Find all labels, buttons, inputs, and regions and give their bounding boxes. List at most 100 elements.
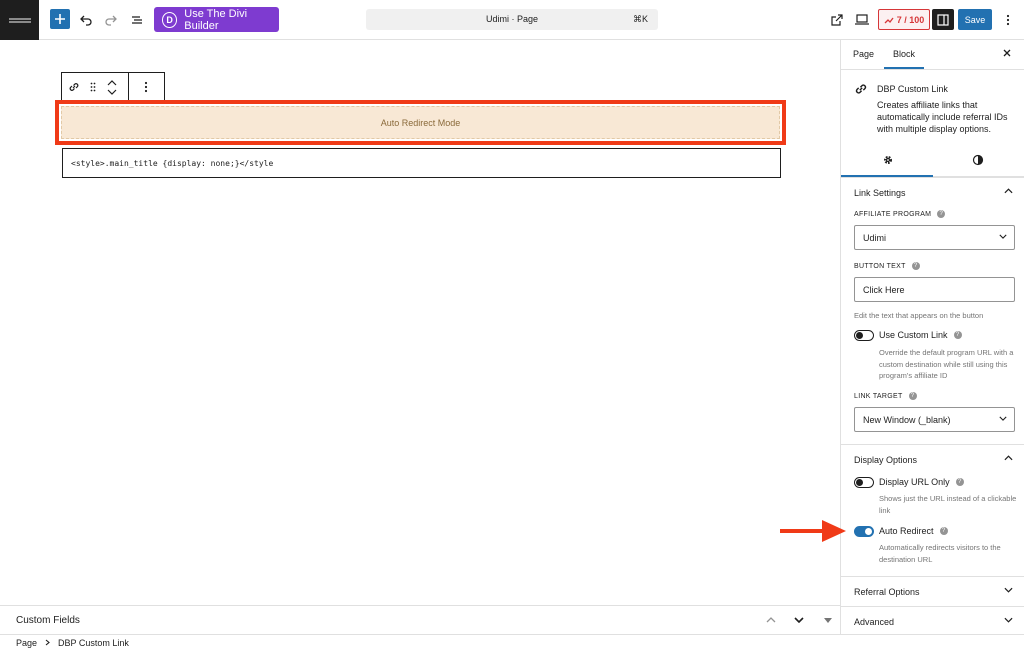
block-name: DBP Custom Link — [877, 84, 948, 94]
affiliate-program-label-text: AFFILIATE PROGRAM — [854, 210, 932, 218]
divi-builder-button[interactable]: D Use The Divi Builder — [154, 7, 279, 32]
custom-fields-panel: Custom Fields — [0, 605, 840, 634]
close-icon — [1003, 49, 1011, 57]
auto-redirect-block[interactable]: Auto Redirect Mode — [61, 106, 780, 139]
command-palette-bar[interactable]: Udimi · Page ⌘K — [366, 9, 658, 30]
link-target-select[interactable]: New Window (_blank) — [854, 407, 1015, 432]
move-up-button[interactable] — [764, 613, 778, 627]
use-custom-link-help: Override the default program URL with a … — [879, 348, 1014, 380]
redo-icon — [105, 15, 117, 26]
block-type-button[interactable] — [62, 73, 86, 101]
shortcut-hint: ⌘K — [632, 14, 648, 24]
chevron-down-icon — [1004, 587, 1013, 593]
help-icon[interactable]: ? — [955, 478, 964, 486]
breadcrumb-current[interactable]: DBP Custom Link — [58, 638, 129, 648]
external-link-icon — [831, 14, 843, 26]
link-icon — [69, 83, 79, 91]
drag-handle-icon — [90, 82, 96, 92]
chevron-up-icon — [1004, 455, 1013, 461]
chevron-up-icon — [107, 79, 117, 85]
block-description: Creates affiliate links that automatical… — [877, 100, 1008, 134]
advanced-header[interactable]: Advanced — [841, 606, 1024, 634]
tab-settings[interactable] — [843, 151, 933, 169]
display-options-header[interactable]: Display Options — [841, 444, 1024, 472]
top-toolbar: D Use The Divi Builder Udimi · Page ⌘K 7… — [0, 0, 1024, 40]
more-vertical-icon — [1006, 14, 1010, 26]
move-down-button[interactable] — [792, 613, 806, 627]
settings-sidebar: Page Block DBP Custom Link Creates affil… — [840, 40, 1024, 634]
help-icon[interactable]: ? — [908, 392, 917, 400]
link-icon — [854, 82, 868, 96]
display-url-only-label-text: Display URL Only — [879, 477, 950, 487]
document-title: Udimi · Page — [485, 14, 539, 24]
affiliate-program-value: Udimi — [863, 233, 887, 243]
tab-page[interactable]: Page — [853, 49, 874, 59]
divi-logo-icon: D — [162, 11, 178, 28]
seo-score-badge[interactable]: 7 / 100 — [878, 9, 930, 30]
redo-button[interactable] — [101, 10, 121, 30]
toggle-knob — [865, 528, 872, 535]
auto-redirect-label: Auto Redirect ? — [879, 526, 948, 536]
referral-options-title: Referral Options — [854, 587, 920, 597]
tab-styles[interactable] — [933, 151, 1023, 169]
referral-options-header[interactable]: Referral Options — [841, 576, 1024, 604]
help-icon[interactable]: ? — [911, 262, 920, 270]
help-icon[interactable]: ? — [953, 331, 962, 339]
use-custom-link-label-text: Use Custom Link — [879, 330, 948, 340]
display-url-only-toggle[interactable] — [854, 477, 874, 488]
link-settings-header[interactable]: Link Settings — [841, 177, 1024, 205]
auto-redirect-label-text: Auto Redirect — [879, 526, 934, 536]
use-custom-link-toggle[interactable] — [854, 330, 874, 341]
display-url-only-label: Display URL Only ? — [879, 477, 964, 487]
caret-down-icon — [824, 617, 832, 623]
close-sidebar-button[interactable] — [1002, 48, 1014, 60]
divi-builder-label: Use The Divi Builder — [184, 7, 248, 32]
auto-redirect-help: Automatically redirects visitors to the … — [879, 543, 1001, 564]
help-icon[interactable]: ? — [939, 527, 948, 535]
chart-icon — [884, 17, 894, 23]
custom-fields-label: Custom Fields — [16, 615, 80, 626]
annotation-arrow-icon — [780, 520, 846, 542]
sidebar-icon — [937, 13, 949, 26]
link-target-value: New Window (_blank) — [863, 415, 951, 425]
chevron-down-icon — [999, 416, 1007, 421]
block-options-button[interactable] — [129, 73, 163, 101]
auto-redirect-toggle[interactable] — [854, 526, 874, 537]
desktop-icon — [855, 14, 869, 25]
help-icon[interactable]: ? — [937, 210, 946, 218]
drag-handle[interactable] — [86, 73, 100, 101]
link-target-label-text: LINK TARGET — [854, 392, 903, 400]
block-settings-tabs — [841, 143, 1024, 177]
undo-button[interactable] — [76, 10, 96, 30]
display-url-only-help: Shows just the URL instead of a clickabl… — [879, 494, 1017, 515]
site-logo-icon — [8, 17, 31, 23]
view-page-button[interactable] — [827, 10, 847, 30]
use-custom-link-label: Use Custom Link ? — [879, 330, 962, 340]
toggle-panel-button[interactable] — [821, 613, 835, 627]
editor-canvas[interactable]: Auto Redirect Mode <style>.main_title {d… — [0, 40, 840, 605]
button-text-label-text: BUTTON TEXT — [854, 262, 906, 270]
gear-icon — [884, 156, 892, 164]
site-logo[interactable] — [0, 0, 39, 40]
advanced-title: Advanced — [854, 617, 895, 627]
chevron-right-icon — [45, 639, 50, 646]
display-options-title: Display Options — [854, 455, 918, 465]
chevron-down-icon — [999, 234, 1007, 239]
save-button[interactable]: Save — [958, 9, 992, 30]
affiliate-program-select[interactable]: Udimi — [854, 225, 1015, 250]
undo-icon — [80, 15, 92, 26]
custom-html-block[interactable]: <style>.main_title {display: none;}</sty… — [62, 148, 781, 178]
tab-block[interactable]: Block — [893, 49, 915, 59]
options-menu-button[interactable] — [998, 10, 1018, 30]
preview-button[interactable] — [852, 10, 872, 30]
breadcrumb-root[interactable]: Page — [16, 638, 37, 648]
active-tab-indicator — [884, 67, 924, 69]
chevron-up-icon — [766, 617, 776, 623]
document-overview-button[interactable] — [127, 10, 147, 30]
settings-panel-toggle[interactable] — [932, 9, 954, 30]
button-text-input[interactable]: Click Here — [854, 277, 1015, 302]
link-target-label: LINK TARGET ? — [854, 392, 917, 400]
add-block-button[interactable] — [50, 9, 70, 29]
move-block-buttons[interactable] — [100, 73, 124, 101]
block-toolbar — [61, 72, 165, 102]
